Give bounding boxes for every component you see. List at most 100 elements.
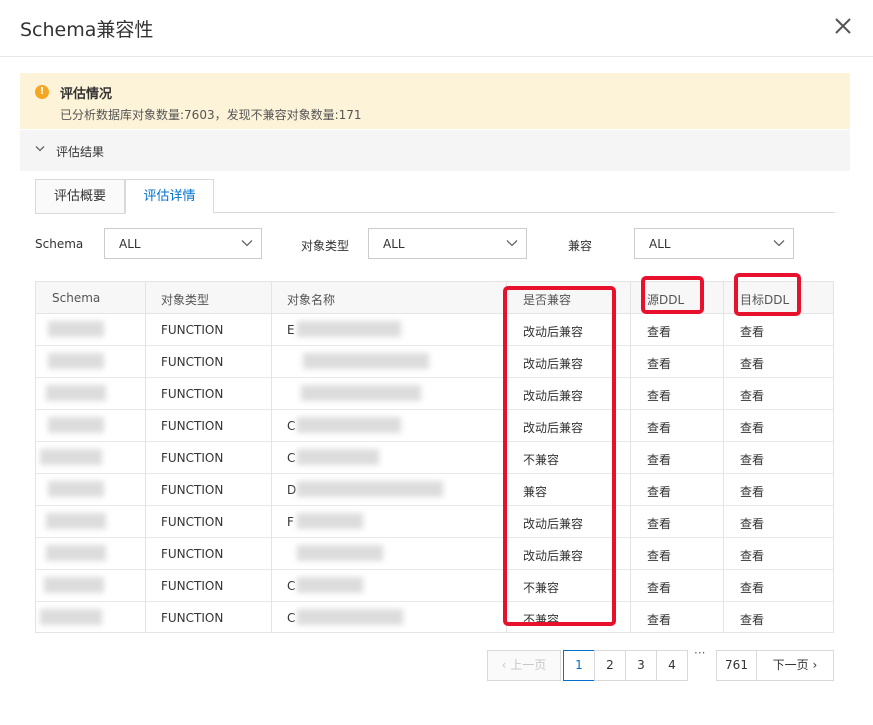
table-row: FUNCTION C 不兼容 查看 查看 — [36, 570, 833, 602]
prev-page-label: 上一页 — [510, 658, 547, 672]
chevron-right-icon: › — [808, 658, 818, 672]
alert-title: 评估情况 — [60, 87, 113, 102]
view-source-ddl-link[interactable]: 查看 — [647, 547, 671, 564]
column-divider — [271, 282, 272, 632]
redacted-schema — [48, 353, 104, 369]
cell-object-name: C — [287, 579, 296, 593]
schema-select[interactable]: ALL — [104, 228, 262, 259]
table-row: FUNCTION 改动后兼容 查看 查看 — [36, 538, 833, 570]
assessment-result-collapse[interactable]: 评估结果 — [20, 130, 850, 171]
view-target-ddl-link[interactable]: 查看 — [740, 547, 764, 564]
header-object-type: 对象类型 — [161, 293, 210, 307]
compatible-select-value: ALL — [649, 237, 671, 251]
view-target-ddl-link[interactable]: 查看 — [740, 387, 764, 404]
redacted-object-name — [297, 321, 401, 337]
assessment-alert: ! 评估情况 已分析数据库对象数量:7603，发现不兼容对象数量:171 — [20, 73, 850, 129]
view-source-ddl-link[interactable]: 查看 — [647, 387, 671, 404]
page-last-button[interactable]: 761 — [716, 650, 757, 681]
page-1-button[interactable]: 1 — [563, 650, 595, 681]
redacted-schema — [48, 417, 104, 433]
redacted-object-name — [301, 385, 421, 401]
cell-object-type: FUNCTION — [161, 515, 224, 529]
redacted-schema — [40, 609, 102, 625]
table-row: FUNCTION E 改动后兼容 查看 查看 — [36, 314, 833, 346]
chevron-down-icon — [241, 240, 253, 247]
table-row: FUNCTION F 改动后兼容 查看 查看 — [36, 506, 833, 538]
redacted-object-name — [297, 449, 379, 465]
cell-object-name: D — [287, 483, 297, 497]
cell-object-name: C — [287, 611, 296, 625]
tab-summary[interactable]: 评估概要 — [35, 179, 125, 214]
tab-bar: 评估概要 评估详情 — [35, 179, 835, 214]
cell-object-name: E — [287, 323, 295, 337]
redacted-object-name — [297, 481, 443, 497]
table-row: FUNCTION 改动后兼容 查看 查看 — [36, 378, 833, 410]
view-source-ddl-link[interactable]: 查看 — [647, 579, 671, 596]
tab-details[interactable]: 评估详情 — [125, 179, 214, 214]
cell-object-type: FUNCTION — [161, 355, 224, 369]
view-source-ddl-link[interactable]: 查看 — [647, 483, 671, 500]
highlight-source-ddl — [641, 276, 704, 314]
column-divider — [723, 282, 724, 632]
column-divider — [630, 282, 631, 632]
schema-select-value: ALL — [119, 237, 141, 251]
dialog-header: Schema兼容性 — [0, 0, 873, 57]
chevron-down-icon — [506, 240, 518, 247]
redacted-schema — [44, 577, 104, 593]
redacted-schema — [48, 481, 104, 497]
view-target-ddl-link[interactable]: 查看 — [740, 451, 764, 468]
cell-object-name: C — [287, 451, 296, 465]
redacted-object-name — [297, 545, 383, 561]
view-source-ddl-link[interactable]: 查看 — [647, 611, 671, 628]
table-row: FUNCTION C 不兼容 查看 查看 — [36, 602, 833, 634]
chevron-down-icon — [773, 240, 785, 247]
cell-object-type: FUNCTION — [161, 579, 224, 593]
view-source-ddl-link[interactable]: 查看 — [647, 451, 671, 468]
view-source-ddl-link[interactable]: 查看 — [647, 355, 671, 372]
redacted-schema — [46, 385, 106, 401]
view-source-ddl-link[interactable]: 查看 — [647, 323, 671, 340]
redacted-object-name — [303, 353, 429, 369]
header-schema: Schema — [52, 291, 101, 305]
view-target-ddl-link[interactable]: 查看 — [740, 355, 764, 372]
alert-description: 已分析数据库对象数量:7603，发现不兼容对象数量:171 — [60, 108, 362, 122]
compatible-filter-label: 兼容 — [568, 239, 593, 253]
object-type-filter-label: 对象类型 — [301, 239, 350, 253]
view-source-ddl-link[interactable]: 查看 — [647, 419, 671, 436]
view-target-ddl-link[interactable]: 查看 — [740, 579, 764, 596]
results-table: Schema 对象类型 对象名称 是否兼容 源DDL 目标DDL FUNCTIO… — [35, 281, 834, 633]
table-row: FUNCTION 改动后兼容 查看 查看 — [36, 346, 833, 378]
chevron-left-icon: ‹ — [501, 658, 511, 672]
table-row: FUNCTION D 兼容 查看 查看 — [36, 474, 833, 506]
view-source-ddl-link[interactable]: 查看 — [647, 515, 671, 532]
page-2-button[interactable]: 2 — [594, 650, 626, 681]
table-row: FUNCTION C 不兼容 查看 查看 — [36, 442, 833, 474]
next-page-button[interactable]: 下一页 › — [756, 650, 834, 681]
cell-object-name: F — [287, 515, 294, 529]
highlight-target-ddl — [734, 273, 801, 316]
page-3-button[interactable]: 3 — [625, 650, 657, 681]
collapse-label: 评估结果 — [56, 145, 105, 159]
header-object-name: 对象名称 — [287, 293, 336, 307]
view-target-ddl-link[interactable]: 查看 — [740, 323, 764, 340]
redacted-schema — [46, 545, 106, 561]
prev-page-button[interactable]: ‹ 上一页 — [487, 650, 561, 681]
object-type-select[interactable]: ALL — [368, 228, 527, 259]
view-target-ddl-link[interactable]: 查看 — [740, 419, 764, 436]
highlight-compat-column — [503, 286, 616, 626]
view-target-ddl-link[interactable]: 查看 — [740, 611, 764, 628]
cell-object-type: FUNCTION — [161, 323, 224, 337]
view-target-ddl-link[interactable]: 查看 — [740, 515, 764, 532]
schema-filter-label: Schema — [35, 237, 84, 251]
chevron-down-icon — [35, 146, 45, 152]
page-4-button[interactable]: 4 — [656, 650, 688, 681]
redacted-object-name — [297, 577, 363, 593]
close-icon[interactable] — [832, 15, 854, 37]
cell-object-type: FUNCTION — [161, 483, 224, 497]
redacted-schema — [46, 513, 106, 529]
compatible-select[interactable]: ALL — [634, 228, 794, 259]
view-target-ddl-link[interactable]: 查看 — [740, 483, 764, 500]
cell-object-type: FUNCTION — [161, 547, 224, 561]
redacted-object-name — [297, 417, 401, 433]
cell-object-type: FUNCTION — [161, 419, 224, 433]
